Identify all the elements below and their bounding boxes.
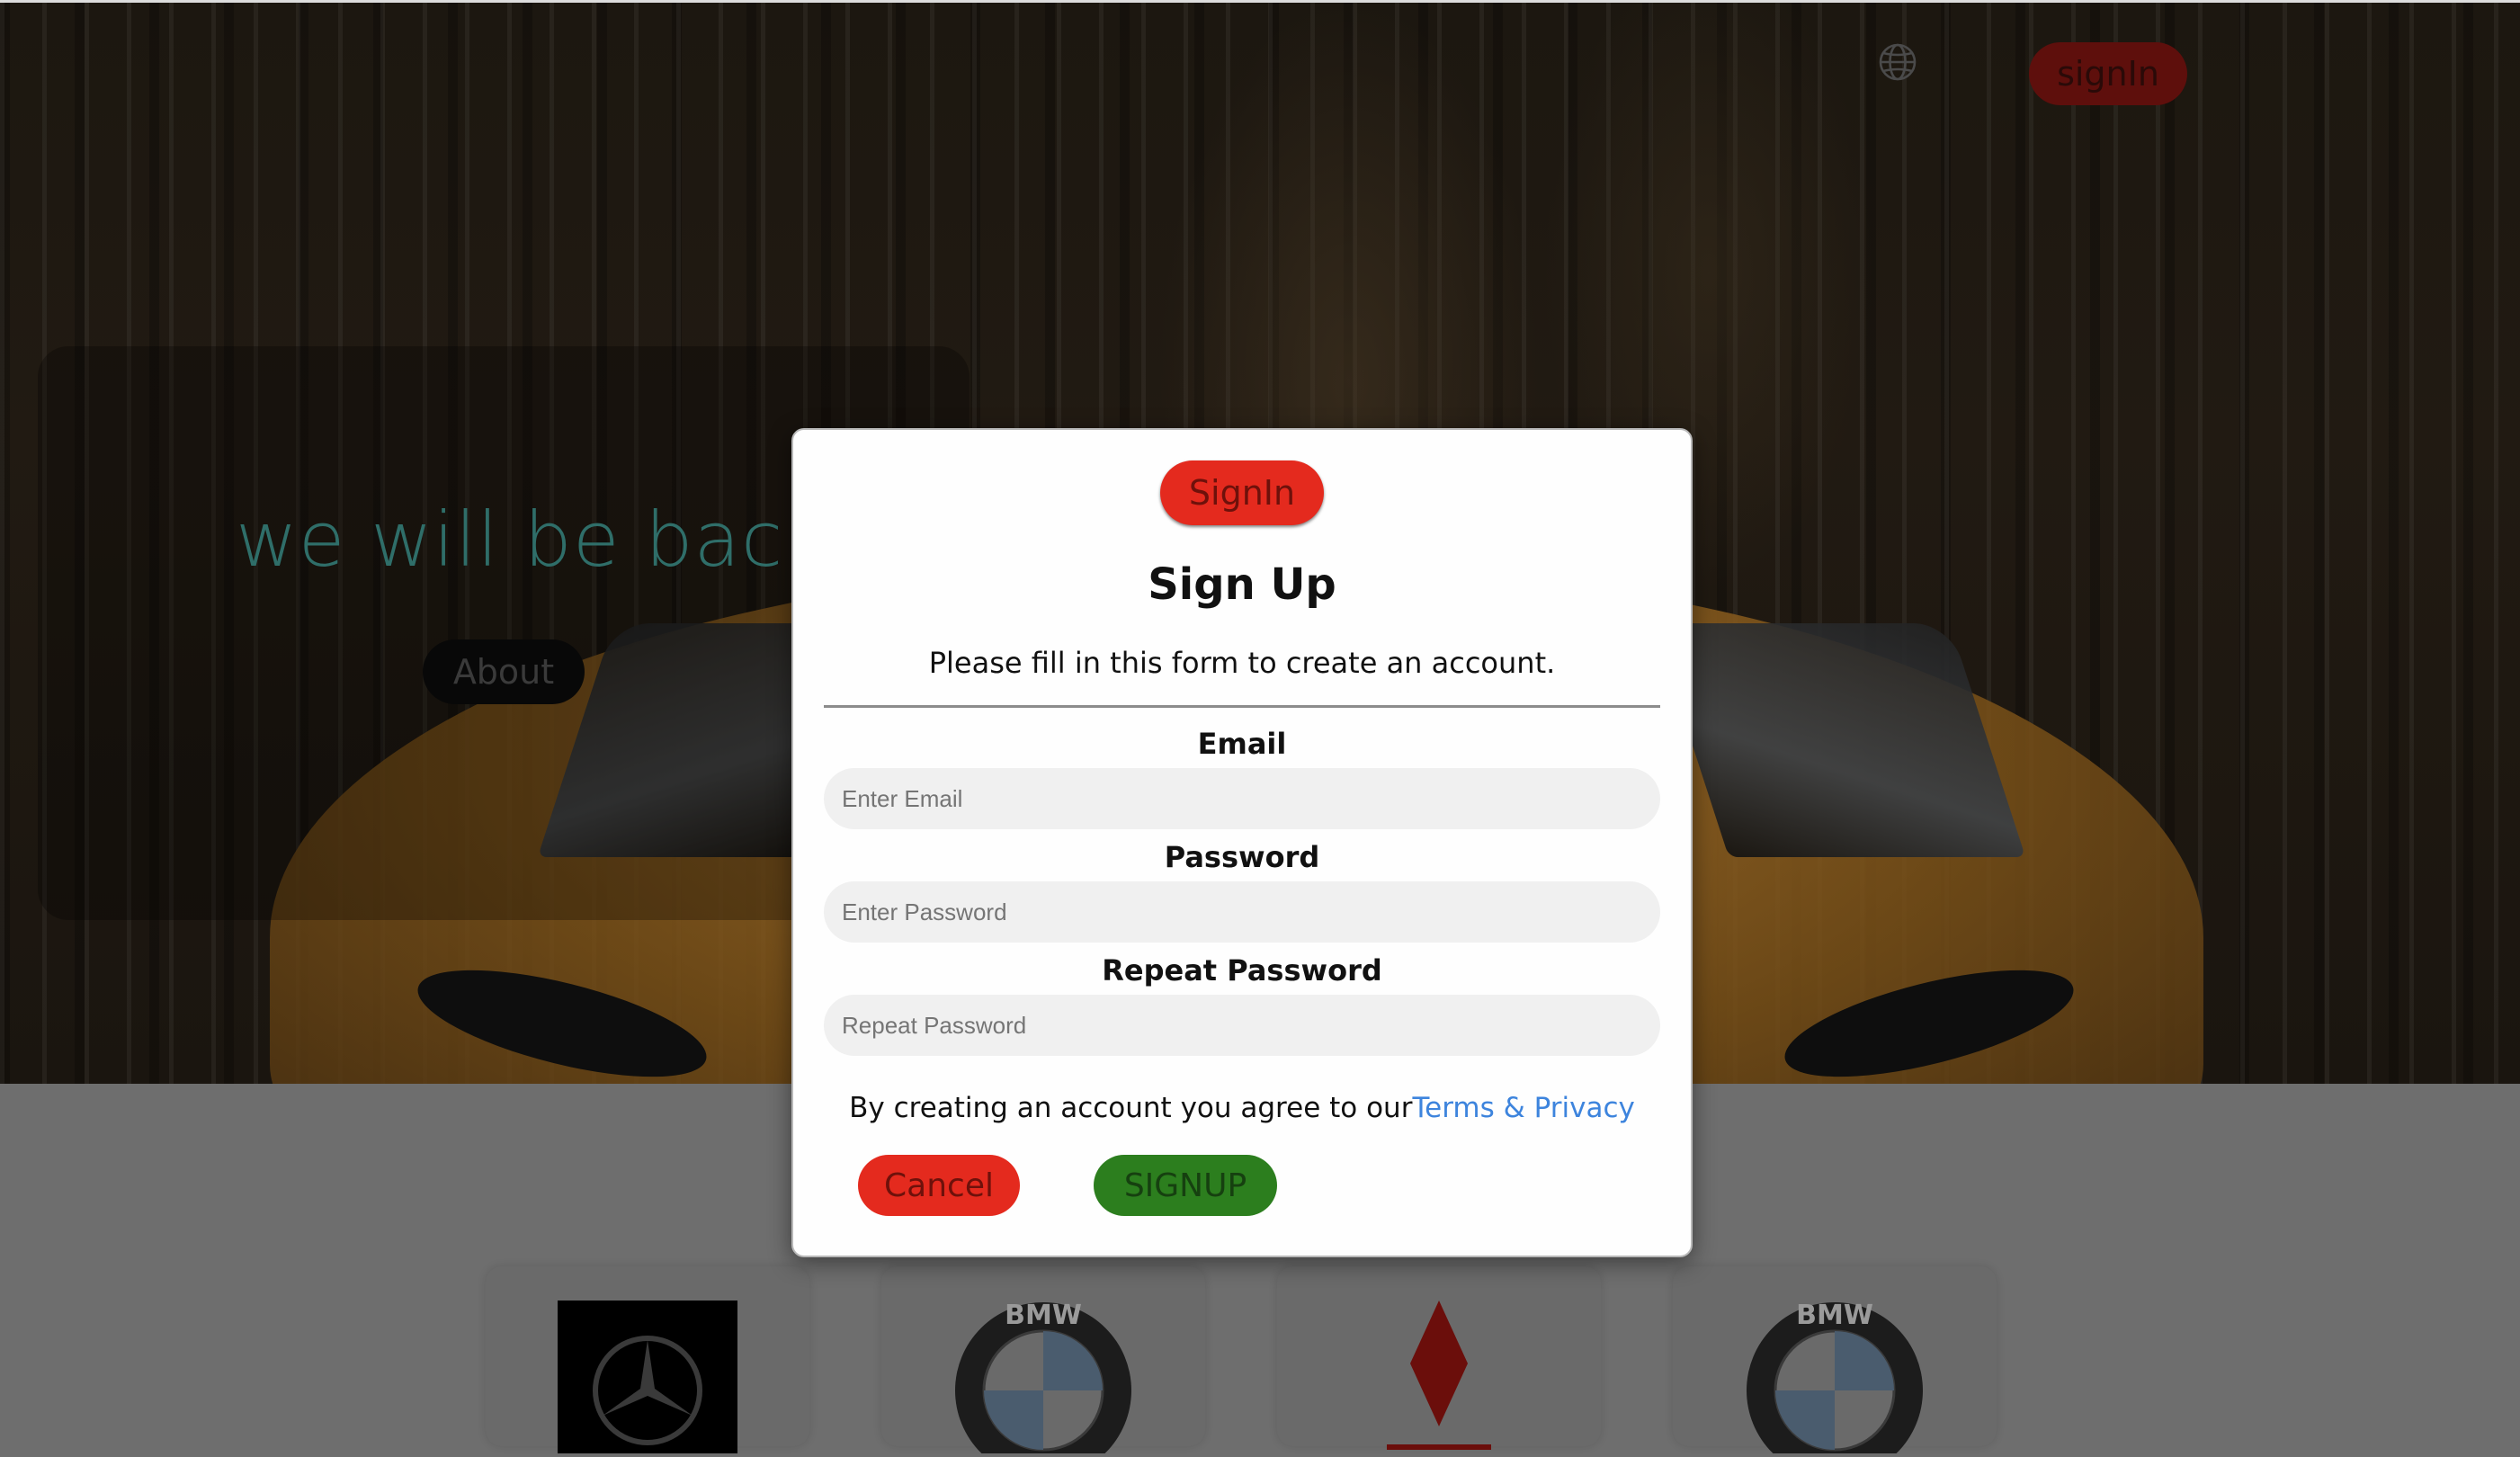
password-field[interactable] xyxy=(824,881,1660,943)
bmw-logo-letters: BMW xyxy=(1005,1301,1082,1331)
mitsubishi-logo-icon xyxy=(1349,1301,1529,1453)
brand-card-mercedes[interactable] xyxy=(486,1266,809,1453)
terms-privacy-link[interactable]: Terms & Privacy xyxy=(1412,1092,1634,1124)
repeat-password-field[interactable] xyxy=(824,995,1660,1056)
brand-card-bmw[interactable]: BMW xyxy=(881,1266,1205,1457)
bmw-logo-icon: BMW xyxy=(953,1300,1133,1457)
email-label: Email xyxy=(1197,727,1287,761)
brand-card-bmw-2[interactable]: BMW xyxy=(1673,1266,1997,1457)
modal-divider xyxy=(824,705,1660,708)
about-button[interactable]: About xyxy=(423,639,585,704)
signup-button[interactable]: SIGNUP xyxy=(1094,1155,1277,1216)
mercedes-logo-icon xyxy=(558,1301,737,1453)
signup-modal: SignIn Sign Up Please fill in this form … xyxy=(791,428,1693,1257)
terms-prefix: By creating an account you agree to our xyxy=(849,1092,1413,1124)
modal-signin-button[interactable]: SignIn xyxy=(1160,460,1324,525)
globe-icon[interactable] xyxy=(1878,42,1917,82)
hero-title: we will be back xyxy=(236,496,828,584)
email-field[interactable] xyxy=(824,768,1660,829)
brand-card-mitsubishi[interactable] xyxy=(1277,1266,1601,1450)
password-label: Password xyxy=(1164,840,1320,874)
header-signin-button[interactable]: signIn xyxy=(2029,42,2187,105)
repeat-password-label: Repeat Password xyxy=(1102,953,1382,988)
bmw-logo-icon: BMW xyxy=(1745,1300,1925,1457)
terms-text: By creating an account you agree to ourT… xyxy=(793,1092,1691,1124)
bmw-logo-letters: BMW xyxy=(1796,1301,1873,1331)
cancel-button[interactable]: Cancel xyxy=(858,1155,1020,1216)
modal-title: Sign Up xyxy=(1148,559,1336,610)
modal-subtitle: Please fill in this form to create an ac… xyxy=(928,646,1556,680)
